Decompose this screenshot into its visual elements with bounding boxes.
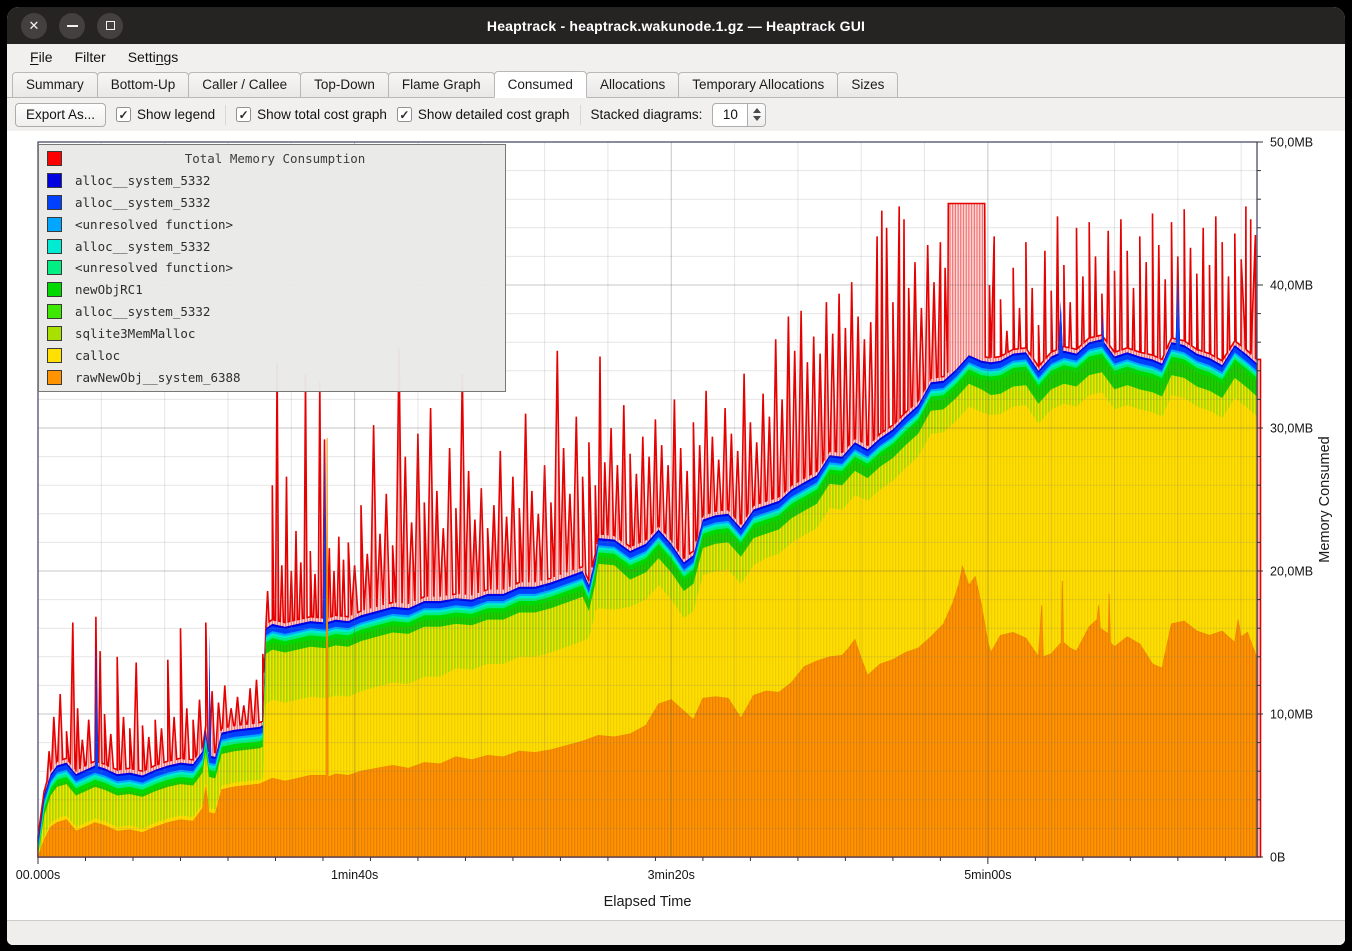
- stacked-diagrams-spinbox[interactable]: 10: [712, 103, 766, 127]
- toolbar: Export As... ✓ Show legend ✓ Show total cos…: [7, 98, 1345, 131]
- checkbox-icon[interactable]: ✓: [397, 107, 412, 122]
- legend-label: <unresolved function>: [75, 217, 233, 232]
- menubar: FileFilterSettings: [7, 44, 1345, 70]
- statusbar: [7, 920, 1345, 945]
- legend-swatch: [47, 151, 62, 166]
- legend-swatch: [47, 173, 62, 188]
- y-tick-label: 50,0MB: [1270, 136, 1313, 150]
- y-tick-label: 40,0MB: [1270, 279, 1313, 293]
- tab-flame-graph[interactable]: Flame Graph: [388, 72, 495, 97]
- legend-swatch: [47, 304, 62, 319]
- legend-label: alloc__system_5332: [75, 239, 210, 254]
- consumed-chart[interactable]: 00.000s 1min40s 3min20s 5min00s 0B 10,0MB 20,0…: [7, 131, 1345, 920]
- y-tick-label: 30,0MB: [1270, 422, 1313, 436]
- legend-label: calloc: [75, 348, 120, 363]
- legend-item: sqlite3MemMalloc: [39, 323, 505, 343]
- close-button[interactable]: ✕: [21, 13, 47, 39]
- legend-swatch: [47, 370, 62, 385]
- x-tick-label: 3min20s: [648, 868, 695, 882]
- tab-top-down[interactable]: Top-Down: [300, 72, 389, 97]
- checkbox-show-detailed-cost-graph[interactable]: ✓ Show detailed cost graph: [397, 107, 570, 122]
- legend-swatch: [47, 239, 62, 254]
- legend-item: alloc__system_5332: [39, 302, 505, 322]
- menu-file[interactable]: File: [21, 47, 62, 67]
- legend-label: alloc__system_5332: [75, 195, 210, 210]
- tab-caller-callee[interactable]: Caller / Callee: [188, 72, 301, 97]
- y-tick-label: 20,0MB: [1270, 565, 1313, 579]
- heaptrack-window: ✕ Heaptrack - heaptrack.wakunode.1.gz — …: [7, 7, 1345, 945]
- checkbox-icon[interactable]: ✓: [116, 107, 131, 122]
- x-axis-title: Elapsed Time: [604, 894, 692, 910]
- y-tick-label: 10,0MB: [1270, 708, 1313, 722]
- tab-sizes[interactable]: Sizes: [837, 72, 898, 97]
- legend-item: calloc: [39, 345, 505, 365]
- x-tick-label: 1min40s: [331, 868, 378, 882]
- spin-up-icon[interactable]: [753, 108, 761, 113]
- close-icon: ✕: [29, 19, 40, 32]
- x-tick-label: 00.000s: [16, 868, 60, 882]
- checkbox-show-legend[interactable]: ✓ Show legend: [116, 107, 215, 122]
- tab-temporary-allocations[interactable]: Temporary Allocations: [678, 72, 838, 97]
- tab-bottom-up[interactable]: Bottom-Up: [97, 72, 190, 97]
- tab-consumed[interactable]: Consumed: [494, 71, 587, 98]
- maximize-icon: [106, 21, 115, 30]
- y-tick-label: 0B: [1270, 851, 1285, 865]
- legend-swatch: [47, 195, 62, 210]
- spin-buttons: [748, 103, 766, 127]
- menu-settings[interactable]: Settings: [119, 47, 188, 67]
- checkbox-label: Show detailed cost graph: [418, 107, 570, 122]
- legend-swatch: [47, 282, 62, 297]
- export-as-button[interactable]: Export As...: [15, 103, 106, 127]
- tabbar: SummaryBottom-UpCaller / CalleeTop-DownF…: [7, 70, 1345, 98]
- minimize-icon: [67, 25, 78, 27]
- tab-allocations[interactable]: Allocations: [586, 72, 679, 97]
- x-tick-label: 5min00s: [964, 868, 1011, 882]
- legend-swatch: [47, 326, 62, 341]
- toolbar-separator: [225, 105, 226, 125]
- toolbar-checkboxes: ✓ Show legend ✓ Show total cost graph ✓ Show …: [116, 105, 570, 125]
- tab-summary[interactable]: Summary: [12, 72, 98, 97]
- titlebar[interactable]: ✕ Heaptrack - heaptrack.wakunode.1.gz — …: [7, 7, 1345, 44]
- window-controls: ✕: [21, 7, 123, 44]
- legend-swatch: [47, 217, 62, 232]
- legend-label: <unresolved function>: [75, 260, 233, 275]
- chart-legend: Total Memory Consumption alloc__system_53…: [38, 144, 506, 392]
- legend-label: alloc__system_5332: [75, 173, 210, 188]
- minimize-button[interactable]: [59, 13, 85, 39]
- legend-label: rawNewObj__system_6388: [75, 370, 241, 385]
- maximize-button[interactable]: [97, 13, 123, 39]
- legend-label: alloc__system_5332: [75, 304, 210, 319]
- checkbox-show-total-cost-graph[interactable]: ✓ Show total cost graph: [236, 107, 387, 122]
- legend-item: <unresolved function>: [39, 258, 505, 278]
- stacked-diagrams-label: Stacked diagrams:: [591, 107, 703, 122]
- checkbox-label: Show total cost graph: [257, 107, 387, 122]
- legend-item: Total Memory Consumption: [39, 149, 505, 169]
- legend-item: <unresolved function>: [39, 214, 505, 234]
- checkbox-icon[interactable]: ✓: [236, 107, 251, 122]
- legend-item: alloc__system_5332: [39, 236, 505, 256]
- legend-item: rawNewObj__system_6388: [39, 367, 505, 387]
- legend-item: alloc__system_5332: [39, 171, 505, 191]
- checkbox-label: Show legend: [137, 107, 215, 122]
- stacked-diagrams-value[interactable]: 10: [712, 103, 748, 127]
- legend-swatch: [47, 260, 62, 275]
- legend-label: newObjRC1: [75, 282, 143, 297]
- legend-label: sqlite3MemMalloc: [75, 326, 195, 341]
- menu-filter[interactable]: Filter: [66, 47, 115, 67]
- toolbar-separator: [580, 105, 581, 125]
- screen: ✕ Heaptrack - heaptrack.wakunode.1.gz — …: [0, 0, 1352, 951]
- spin-down-icon[interactable]: [753, 116, 761, 121]
- legend-item: alloc__system_5332: [39, 193, 505, 213]
- y-axis-title: Memory Consumed: [1317, 436, 1333, 563]
- legend-item: newObjRC1: [39, 280, 505, 300]
- window-title: Heaptrack - heaptrack.wakunode.1.gz — He…: [7, 18, 1345, 34]
- legend-label: Total Memory Consumption: [75, 151, 505, 166]
- legend-swatch: [47, 348, 62, 363]
